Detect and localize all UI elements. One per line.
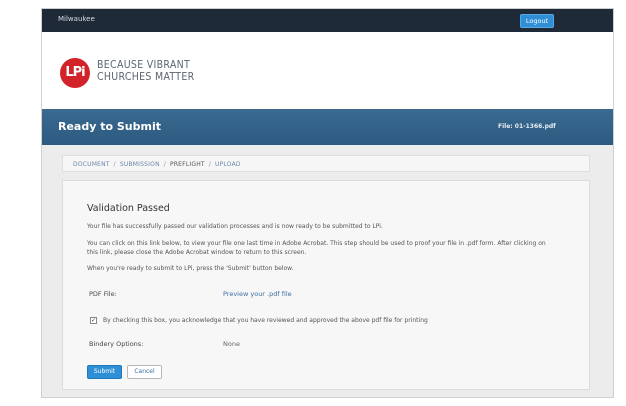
breadcrumb-separator: / (208, 161, 212, 168)
breadcrumb: DOCUMENT / SUBMISSION / PREFLIGHT / UPLOAD (62, 155, 590, 172)
file-name: File: 01-1366.pdf (498, 123, 556, 130)
page-title-bar: Ready to Submit File: 01-1366.pdf (42, 109, 613, 145)
breadcrumb-preflight[interactable]: PREFLIGHT (170, 161, 205, 168)
breadcrumb-submission[interactable]: SUBMISSION (120, 161, 160, 168)
top-bar: Milwaukee Logout (42, 9, 613, 32)
panel-heading: Validation Passed (87, 203, 170, 214)
submit-panel: Validation Passed Your file has successf… (62, 180, 590, 390)
tagline-line-1: BECAUSE VIBRANT (97, 59, 191, 71)
validation-message: Your file has successfully passed our va… (87, 223, 383, 230)
brand-tagline: BECAUSE VIBRANT CHURCHES MATTER (97, 59, 195, 83)
logout-button[interactable]: Logout (520, 14, 554, 28)
tagline-line-2: CHURCHES MATTER (97, 71, 195, 83)
submit-button[interactable]: Submit (87, 365, 122, 379)
bindery-options-value: None (223, 340, 240, 348)
breadcrumb-upload[interactable]: UPLOAD (215, 161, 241, 168)
brand-header: LPi BECAUSE VIBRANT CHURCHES MATTER (42, 32, 613, 109)
breadcrumb-document[interactable]: DOCUMENT (73, 161, 110, 168)
page-title: Ready to Submit (58, 120, 161, 133)
cancel-button[interactable]: Cancel (127, 365, 162, 379)
app-frame: Milwaukee Logout LPi BECAUSE VIBRANT CHU… (41, 8, 614, 398)
submit-instructions: When you're ready to submit to LPi, pres… (87, 265, 294, 272)
preview-instructions: You can click on this link below, to vie… (87, 240, 546, 256)
approval-checkbox[interactable]: ✓ (90, 317, 97, 324)
approval-checkbox-label[interactable]: By checking this box, you acknowledge th… (103, 317, 428, 324)
pdf-file-label: PDF File: (89, 290, 117, 298)
breadcrumb-separator: / (113, 161, 116, 168)
account-name: Milwaukee (58, 15, 95, 23)
preview-pdf-link[interactable]: Preview your .pdf file (223, 290, 292, 298)
bindery-options-label: Bindery Options: (89, 340, 144, 348)
lpi-logo[interactable]: LPi (60, 58, 90, 88)
breadcrumb-separator: / (163, 161, 166, 168)
